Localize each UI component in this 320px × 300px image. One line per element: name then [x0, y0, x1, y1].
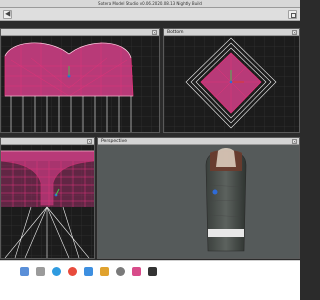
viewport-header: Perspective ×: [98, 138, 299, 145]
safari-icon[interactable]: [52, 267, 61, 276]
select-tool-button[interactable]: [3, 10, 12, 19]
viewport-close-button[interactable]: ×: [87, 139, 92, 144]
fullscreen-button[interactable]: [288, 10, 297, 19]
preview-icon[interactable]: [132, 267, 141, 276]
model-studio-icon[interactable]: [100, 267, 109, 276]
viewport-header: ×: [1, 29, 159, 36]
side-wireframe: [1, 145, 94, 258]
viewport-bottom[interactable]: Bottom ×: [163, 28, 300, 133]
viewport-header: Bottom ×: [164, 29, 299, 36]
settings-icon[interactable]: [116, 267, 125, 276]
main-toolbar: [0, 8, 300, 21]
finder-icon[interactable]: [20, 267, 29, 276]
viewport-side[interactable]: ×: [0, 137, 95, 259]
viewport-close-button[interactable]: ×: [292, 139, 297, 144]
viewport-perspective[interactable]: Perspective ×: [97, 137, 300, 259]
front-wireframe: [1, 36, 159, 132]
bottom-wireframe: [164, 36, 299, 132]
folder-icon[interactable]: [84, 267, 93, 276]
window-titlebar: Sotera Model Studio v0.06.2020.08.13 Nig…: [0, 0, 300, 8]
viewport-close-button[interactable]: ×: [152, 30, 157, 35]
viewport-header: ×: [1, 138, 94, 145]
perspective-model: [205, 148, 247, 252]
launchpad-icon[interactable]: [36, 267, 45, 276]
window-title: Sotera Model Studio v0.06.2020.08.13 Nig…: [98, 1, 202, 6]
viewport-label: Bottom: [167, 30, 184, 35]
viewport-front[interactable]: ×: [0, 28, 160, 133]
viewport-close-button[interactable]: ×: [292, 30, 297, 35]
viewport-label: Perspective: [101, 139, 128, 144]
terminal-icon[interactable]: [148, 267, 157, 276]
chrome-icon[interactable]: [68, 267, 77, 276]
dock: [0, 260, 300, 300]
